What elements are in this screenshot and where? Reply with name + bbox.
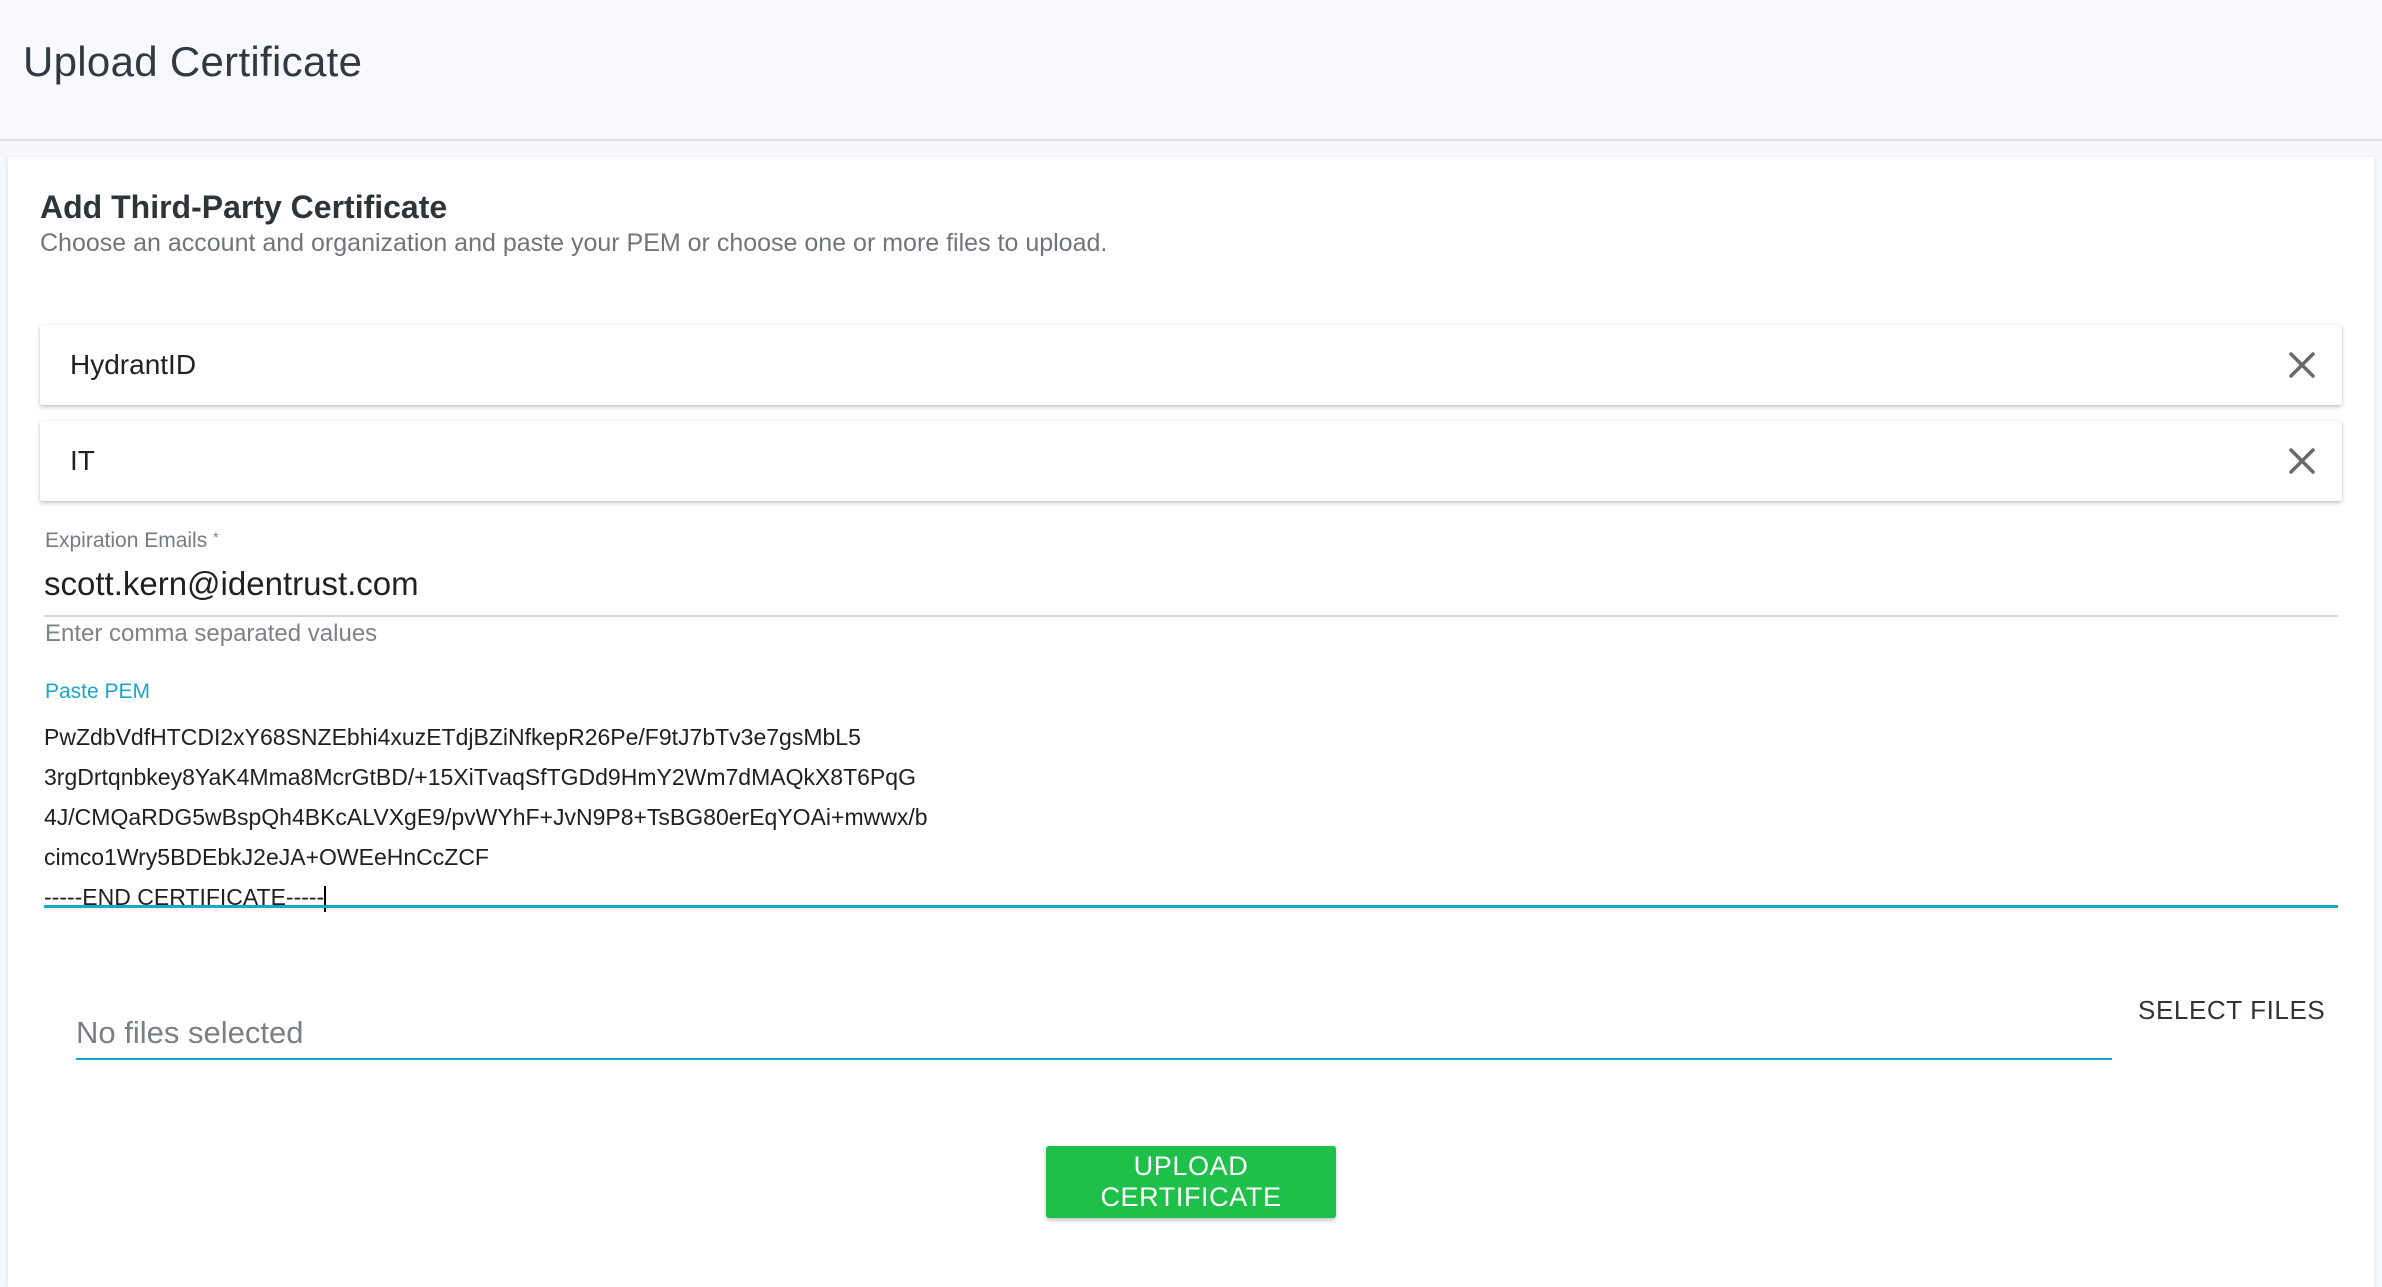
select-files-button[interactable]: SELECT FILES	[2138, 995, 2325, 1026]
pem-line-last: -----END CERTIFICATE-----	[44, 877, 2338, 917]
paste-pem-textarea[interactable]: PwZdbVdfHTCDI2xY68SNZEbhi4xuzETdjBZiNfke…	[44, 717, 2338, 917]
pem-line: PwZdbVdfHTCDI2xY68SNZEbhi4xuzETdjBZiNfke…	[44, 724, 861, 750]
text-caret	[324, 885, 327, 912]
upload-certificate-button[interactable]: UPLOAD CERTIFICATE	[1046, 1146, 1336, 1218]
files-underline	[76, 1058, 2112, 1060]
close-icon[interactable]	[2280, 343, 2324, 387]
upload-card: Add Third-Party Certificate Choose an ac…	[8, 157, 2374, 1287]
card-title: Add Third-Party Certificate	[40, 189, 448, 225]
card-subtitle: Choose an account and organization and p…	[40, 229, 1108, 257]
required-mark: *	[213, 529, 219, 545]
paste-pem-label: Paste PEM	[45, 680, 151, 703]
files-field[interactable]: No files selected	[76, 1015, 303, 1051]
pem-line: 4J/CMQaRDG5wBspQh4BKcALVXgE9/pvWYhF+JvN9…	[44, 804, 928, 830]
account-select-value: HydrantID	[70, 349, 197, 380]
account-select[interactable]: HydrantID	[40, 325, 2342, 405]
organization-select-value: IT	[70, 445, 95, 476]
close-icon[interactable]	[2280, 439, 2324, 483]
expiration-emails-underline	[44, 615, 2338, 617]
pem-line: 3rgDrtqnbkey8YaK4Mma8McrGtBD/+15XiTvaqSf…	[44, 764, 916, 790]
organization-select[interactable]: IT	[40, 421, 2342, 501]
paste-pem-underline	[44, 905, 2338, 908]
expiration-emails-label: Expiration Emails *	[45, 529, 219, 553]
page-header: Upload Certificate	[0, 0, 2382, 141]
pem-line: cimco1Wry5BDEbkJ2eJA+OWEeHnCcZCF	[44, 844, 489, 870]
expiration-emails-input[interactable]	[44, 565, 2334, 603]
page-title: Upload Certificate	[23, 38, 363, 85]
expiration-emails-hint: Enter comma separated values	[45, 620, 378, 647]
expiration-emails-label-text: Expiration Emails	[45, 529, 208, 552]
